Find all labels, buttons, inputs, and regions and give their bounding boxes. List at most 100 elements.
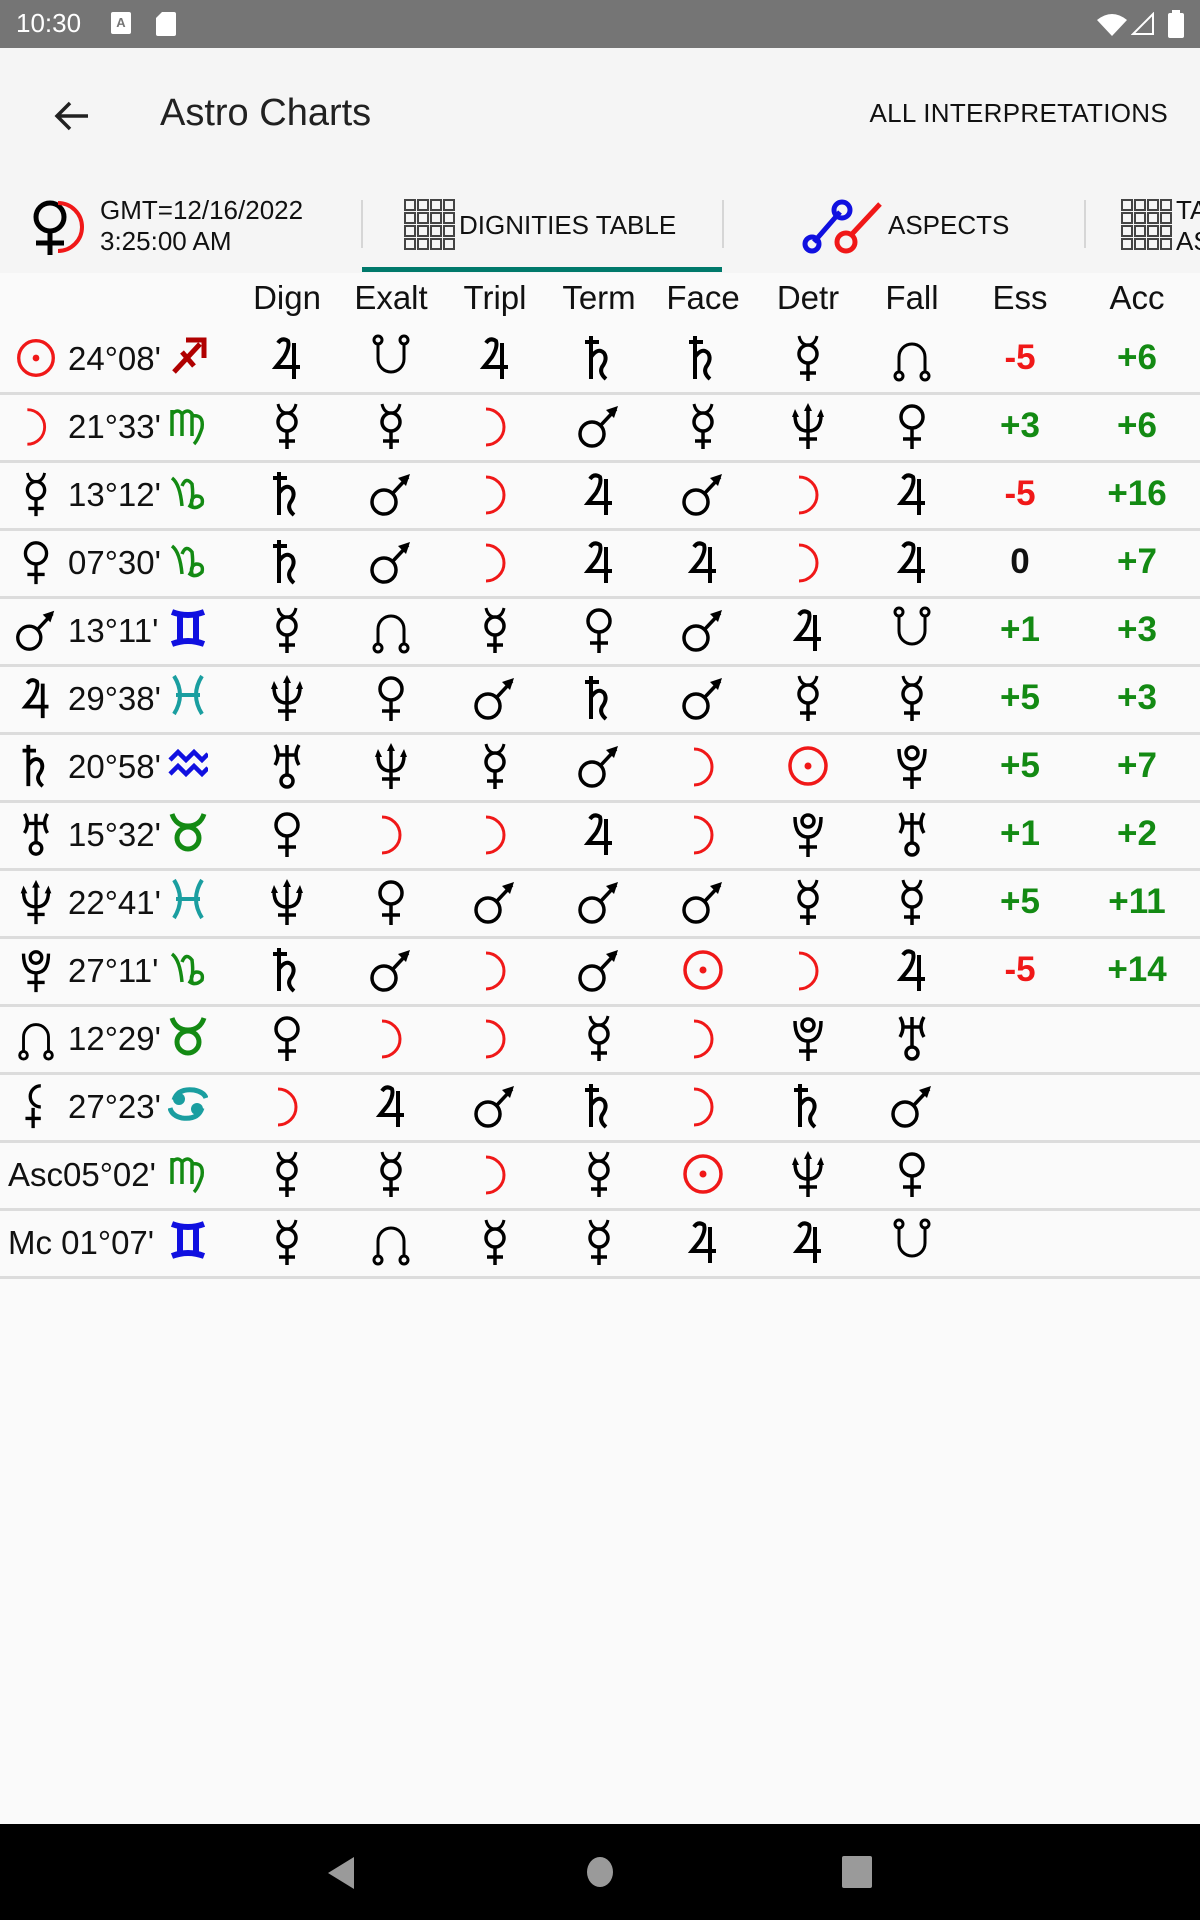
moon-icon [10, 400, 62, 452]
neptune-icon [235, 670, 339, 726]
planet-position: 27°23' [68, 1088, 161, 1125]
all-interpretations-button[interactable]: ALL INTERPRETATIONS [870, 98, 1169, 129]
mars-icon [651, 670, 755, 726]
moon-icon [756, 466, 860, 522]
home-circle-icon[interactable] [586, 1856, 614, 1888]
moon-icon [651, 1010, 755, 1066]
table-row[interactable]: 27°23' [0, 1072, 1200, 1143]
mars-icon [651, 466, 755, 522]
mercury-icon [860, 874, 964, 930]
tab-bar: GMT=12/16/2022 3:25:00 AM DIGNITIES TABL… [0, 178, 1200, 273]
venus-icon [547, 602, 651, 658]
table-row[interactable]: 21°33' +3 +6 [0, 392, 1200, 463]
essential-score: -5 [1004, 950, 1036, 989]
essential-score: +5 [1000, 678, 1040, 717]
accidental-score: +3 [1117, 610, 1157, 649]
column-header-acc: Acc [1109, 279, 1165, 316]
back-button[interactable] [48, 92, 96, 140]
table-row[interactable]: 12°29' [0, 1004, 1200, 1075]
recents-square-icon[interactable] [842, 1856, 872, 1888]
sun-icon [756, 738, 860, 794]
tab-label-line2: AS [1176, 225, 1200, 256]
moon-icon [651, 738, 755, 794]
saturn-icon [547, 330, 651, 386]
table-row[interactable]: 20°58' +5 +7 [0, 732, 1200, 803]
neptune-icon [339, 738, 443, 794]
tab-label-line1: TA [1176, 194, 1200, 225]
table-row[interactable]: 13°12' -5 +16 [0, 460, 1200, 531]
moon-icon [651, 1078, 755, 1134]
mercury-icon [443, 1214, 547, 1270]
tab-divider [722, 200, 724, 248]
moon-icon [443, 466, 547, 522]
tab-chart-datetime[interactable]: GMT=12/16/2022 3:25:00 AM [28, 178, 303, 273]
point-position: Asc05°02' [8, 1156, 156, 1194]
pluto-icon [756, 1010, 860, 1066]
table-row[interactable]: 27°11' -5 +14 [0, 936, 1200, 1007]
mars-icon [547, 738, 651, 794]
moon-icon [443, 534, 547, 590]
capricorn-icon [168, 942, 208, 992]
tab-label: DIGNITIES TABLE [459, 210, 677, 240]
taurus-icon [168, 806, 208, 856]
table-row[interactable]: 15°32' +1 +2 [0, 800, 1200, 871]
table-row[interactable]: 29°38' +5 +3 [0, 664, 1200, 735]
jupiter-icon [10, 672, 62, 724]
table-row[interactable]: Asc05°02' [0, 1140, 1200, 1211]
accidental-score: +7 [1117, 746, 1157, 785]
cell-signal-icon [1131, 12, 1154, 35]
table-row[interactable]: 13°11' +1 +3 [0, 596, 1200, 667]
planet-position: 13°12' [68, 476, 161, 513]
table-row[interactable]: Mc 01°07' [0, 1208, 1200, 1279]
mars-icon [10, 604, 62, 656]
saturn-icon [235, 466, 339, 522]
lilith-icon [10, 1080, 62, 1132]
moon-icon [756, 942, 860, 998]
uranus-icon [860, 1010, 964, 1066]
pluto-icon [860, 738, 964, 794]
keyboard-a-icon: A [111, 12, 131, 34]
aquarius-icon [168, 738, 210, 788]
cancer-icon [167, 1078, 209, 1128]
saturn-icon [235, 534, 339, 590]
tab-dignities-table[interactable]: DIGNITIES TABLE [403, 178, 676, 273]
pisces-icon [168, 670, 208, 720]
pisces-icon [168, 874, 208, 924]
status-bar: 10:30 A [0, 0, 1200, 48]
venus-icon [235, 806, 339, 862]
jupiter-icon [860, 942, 964, 998]
jupiter-icon [860, 534, 964, 590]
planet-position: 20°58' [68, 748, 161, 785]
tab-aspects[interactable]: ASPECTS [800, 178, 1009, 273]
essential-score: +5 [1000, 746, 1040, 785]
table-row[interactable]: 22°41' +5 +11 [0, 868, 1200, 939]
table-row[interactable]: 07°30' 0 +7 [0, 528, 1200, 599]
southnode-icon [860, 602, 964, 658]
accidental-score: +6 [1117, 338, 1157, 377]
column-header-exalt: Exalt [354, 279, 428, 316]
pluto-icon [756, 806, 860, 862]
mars-icon [547, 398, 651, 454]
table-row[interactable]: 24°08' -5 +6 [0, 324, 1200, 395]
mercury-icon [547, 1214, 651, 1270]
essential-score: +5 [1000, 882, 1040, 921]
back-triangle-icon[interactable] [326, 1856, 356, 1890]
mercury-icon [443, 738, 547, 794]
mercury-icon [235, 1214, 339, 1270]
moon-icon [339, 806, 443, 862]
neptune-icon [10, 876, 62, 928]
moon-icon [235, 1078, 339, 1134]
tab-label: ASPECTS [888, 210, 1010, 240]
tab-time-line: 3:25:00 AM [100, 225, 232, 256]
venus-icon [860, 1146, 964, 1202]
app-bar: Astro Charts ALL INTERPRETATIONS [0, 48, 1200, 178]
northnode-icon [339, 1214, 443, 1270]
accidental-score: +7 [1117, 542, 1157, 581]
mars-icon [443, 874, 547, 930]
tab-table-aspects[interactable]: TA AS [1120, 178, 1200, 273]
jupiter-icon [756, 1214, 860, 1270]
venus-moon-chart-icon [33, 200, 84, 255]
essential-score: 0 [1010, 542, 1030, 581]
capricorn-icon [168, 466, 208, 516]
planet-position: 22°41' [68, 884, 161, 921]
